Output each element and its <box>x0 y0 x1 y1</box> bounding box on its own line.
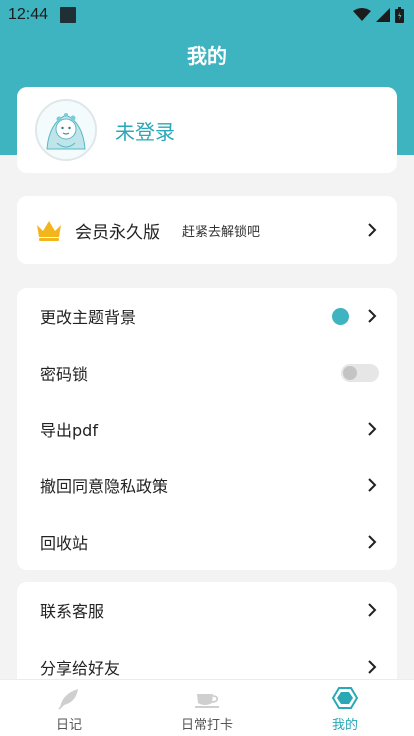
chevron-right-icon <box>368 478 377 493</box>
more-item-label: 联系客服 <box>40 602 105 622</box>
battery-icon <box>395 7 404 23</box>
settings-item-export-pdf[interactable]: 导出pdf <box>17 401 397 457</box>
vip-card[interactable]: 会员永久版 赶紧去解锁吧 <box>17 196 397 264</box>
status-time: 12:44 <box>8 6 49 23</box>
crown-icon <box>37 221 61 241</box>
settings-item-label: 密码锁 <box>40 364 89 384</box>
signal-icon <box>376 8 390 22</box>
avatar[interactable] <box>35 99 97 161</box>
nav-tab-checkin[interactable]: 日常打卡 <box>138 680 276 736</box>
settings-item-recycle-bin[interactable]: 回收站 <box>17 514 397 570</box>
nav-tab-diary[interactable]: 日记 <box>0 680 138 736</box>
settings-item-revoke-privacy[interactable]: 撤回同意隐私政策 <box>17 457 397 513</box>
nav-label: 日记 <box>55 718 82 733</box>
chevron-right-icon <box>368 603 377 617</box>
status-bar: 12:44 <box>0 0 414 30</box>
notification-icon <box>60 7 77 23</box>
password-lock-toggle[interactable] <box>341 363 379 382</box>
hexagon-icon <box>332 687 358 709</box>
toggle-knob <box>343 365 357 380</box>
cup-icon <box>195 694 219 708</box>
vip-title: 会员永久版 <box>75 222 160 243</box>
status-icons <box>353 7 404 23</box>
more-item-label: 分享给好友 <box>40 658 121 678</box>
chevron-right-icon <box>368 422 377 436</box>
login-prompt[interactable]: 未登录 <box>115 116 175 145</box>
avatar-illustration-icon <box>37 101 95 159</box>
nav-tab-mine[interactable]: 我的 <box>276 680 414 736</box>
profile-card[interactable]: 未登录 <box>17 87 397 173</box>
settings-item-password-lock: 密码锁 <box>17 344 397 400</box>
chevron-right-icon <box>368 659 377 674</box>
feather-icon <box>58 689 78 710</box>
chevron-right-icon <box>368 223 377 237</box>
bottom-nav: 日记 日常打卡 我的 <box>0 679 414 736</box>
settings-item-label: 回收站 <box>40 533 89 553</box>
nav-label: 日常打卡 <box>180 718 233 733</box>
more-item-contact-support[interactable]: 联系客服 <box>17 582 397 638</box>
settings-item-label: 撤回同意隐私政策 <box>40 477 169 497</box>
settings-item-theme[interactable]: 更改主题背景 <box>17 288 397 344</box>
settings-item-label: 导出pdf <box>40 420 98 440</box>
page-title: 我的 <box>187 44 227 68</box>
vip-subtitle: 赶紧去解锁吧 <box>182 224 261 240</box>
wifi-icon <box>353 8 371 21</box>
settings-card: 更改主题背景 密码锁 导出pdf 撤回同意隐私政策 回收站 <box>17 288 397 570</box>
chevron-right-icon <box>368 309 377 323</box>
chevron-right-icon <box>368 535 377 549</box>
nav-label: 我的 <box>331 718 358 733</box>
theme-color-swatch <box>332 307 349 325</box>
settings-item-label: 更改主题背景 <box>40 308 137 328</box>
